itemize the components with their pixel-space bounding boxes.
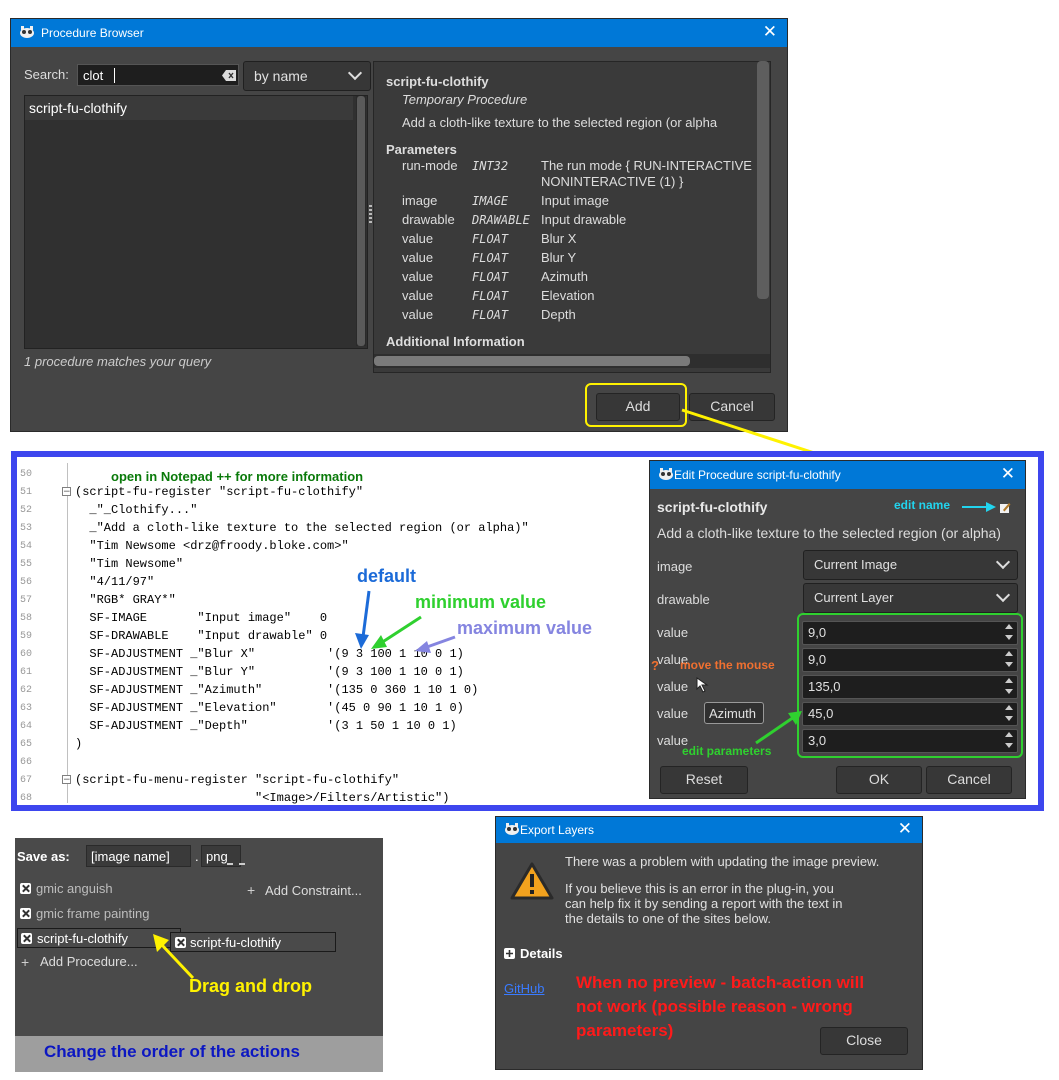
edit-name-note: edit name [894, 498, 951, 512]
procedure-item[interactable]: gmic anguish [17, 878, 217, 898]
close-icon[interactable]: ✕ [1001, 464, 1015, 484]
close-icon[interactable]: ✕ [898, 819, 912, 839]
warning-note-1: When no preview - batch-action will [576, 973, 865, 992]
image-select[interactable]: Current Image [803, 550, 1018, 580]
window-title: Edit Procedure script-fu-clothify [674, 468, 841, 482]
edit-procedure-titlebar[interactable]: Edit Procedure script-fu-clothify ✕ [650, 461, 1025, 489]
reset-button[interactable]: Reset [660, 766, 748, 794]
extension-underline [227, 863, 245, 865]
plus-icon [504, 948, 515, 959]
filename-dot: . [195, 849, 199, 864]
order-note: Change the order of the actions [44, 1042, 300, 1061]
add-constraint-button[interactable]: Add Constraint... [265, 883, 362, 898]
mouse-pointer-icon [696, 677, 709, 693]
add-procedure-button[interactable]: Add Procedure... [40, 954, 138, 969]
error-message: There was a problem with updating the im… [565, 854, 880, 869]
add-procedure-plus[interactable]: + [21, 954, 29, 970]
ok-button[interactable]: OK [836, 766, 922, 794]
remove-icon[interactable] [21, 933, 32, 944]
extension-value: png [206, 849, 228, 864]
warning-icon [510, 862, 554, 900]
details-label: Details [520, 946, 563, 961]
yellow-drag-arrow [153, 934, 195, 980]
value-label: value [657, 706, 689, 721]
drag-drop-note: Drag and drop [189, 976, 313, 996]
report-line-3: the details to one of the sites below. [565, 911, 771, 926]
warning-note-3: parameters) [576, 1021, 674, 1040]
add-constraint-plus[interactable]: + [247, 882, 255, 898]
report-line-2: can help fix it by sending a report with… [565, 896, 843, 911]
close-button[interactable]: Close [820, 1027, 908, 1055]
chevron-down-icon [995, 587, 1011, 603]
edit-params-note: edit parameters [682, 744, 772, 758]
drawable-label: drawable [657, 592, 710, 607]
warning-note-2: not work (possible reason - wrong [576, 997, 853, 1016]
gimp-logo-icon [659, 468, 673, 480]
image-select-value: Current Image [814, 557, 898, 572]
edit-procedure-dialog: Edit Procedure script-fu-clothify ✕ scri… [649, 460, 1026, 799]
procedure-description: Add a cloth-like texture to the selected… [657, 525, 1001, 541]
procedure-item-label: script-fu-clothify [37, 931, 129, 946]
move-mouse-note: move the mouse [680, 658, 775, 672]
window-title: Export Layers [520, 823, 595, 837]
code-editor-frame: 50 51 (script-fu-register "script-fu-cloth… [11, 451, 1044, 811]
procedure-item[interactable]: gmic frame painting [17, 903, 217, 923]
green-arrow [755, 711, 802, 745]
gimp-logo-icon [505, 823, 519, 835]
export-layers-titlebar[interactable]: Export Layers ✕ [496, 817, 922, 843]
remove-icon[interactable] [20, 908, 31, 919]
drawable-select-value: Current Layer [814, 590, 894, 605]
question-mark: ? [651, 658, 659, 673]
image-label: image [657, 559, 693, 574]
chevron-down-icon [995, 554, 1011, 570]
cyan-arrow [962, 502, 996, 512]
cancel-button[interactable]: Cancel [926, 766, 1012, 794]
procedure-item-label: gmic frame painting [36, 906, 150, 921]
filename-value: [image name] [91, 849, 170, 864]
remove-icon[interactable] [20, 883, 31, 894]
details-expander[interactable]: Details [504, 945, 584, 965]
value-label: value [657, 625, 689, 640]
github-link[interactable]: GitHub [504, 981, 544, 996]
value-label: value [657, 679, 689, 694]
procedure-item-label: gmic anguish [36, 881, 113, 896]
export-layers-dialog: Export Layers ✕ There was a problem with… [495, 816, 923, 1070]
report-line-1: If you believe this is an error in the p… [565, 881, 834, 896]
tooltip-text: Azimuth [709, 706, 756, 721]
filename-input[interactable]: [image name] [86, 845, 191, 867]
drawable-select[interactable]: Current Layer [803, 583, 1018, 613]
order-banner: Change the order of the actions [15, 1036, 383, 1072]
params-highlight [797, 613, 1023, 758]
batch-panel: Save as: [image name] . png + Add Constr… [15, 838, 383, 1072]
save-as-label: Save as: [17, 849, 70, 864]
procedure-name: script-fu-clothify [657, 499, 768, 515]
edit-name-icon[interactable] [999, 502, 1011, 514]
